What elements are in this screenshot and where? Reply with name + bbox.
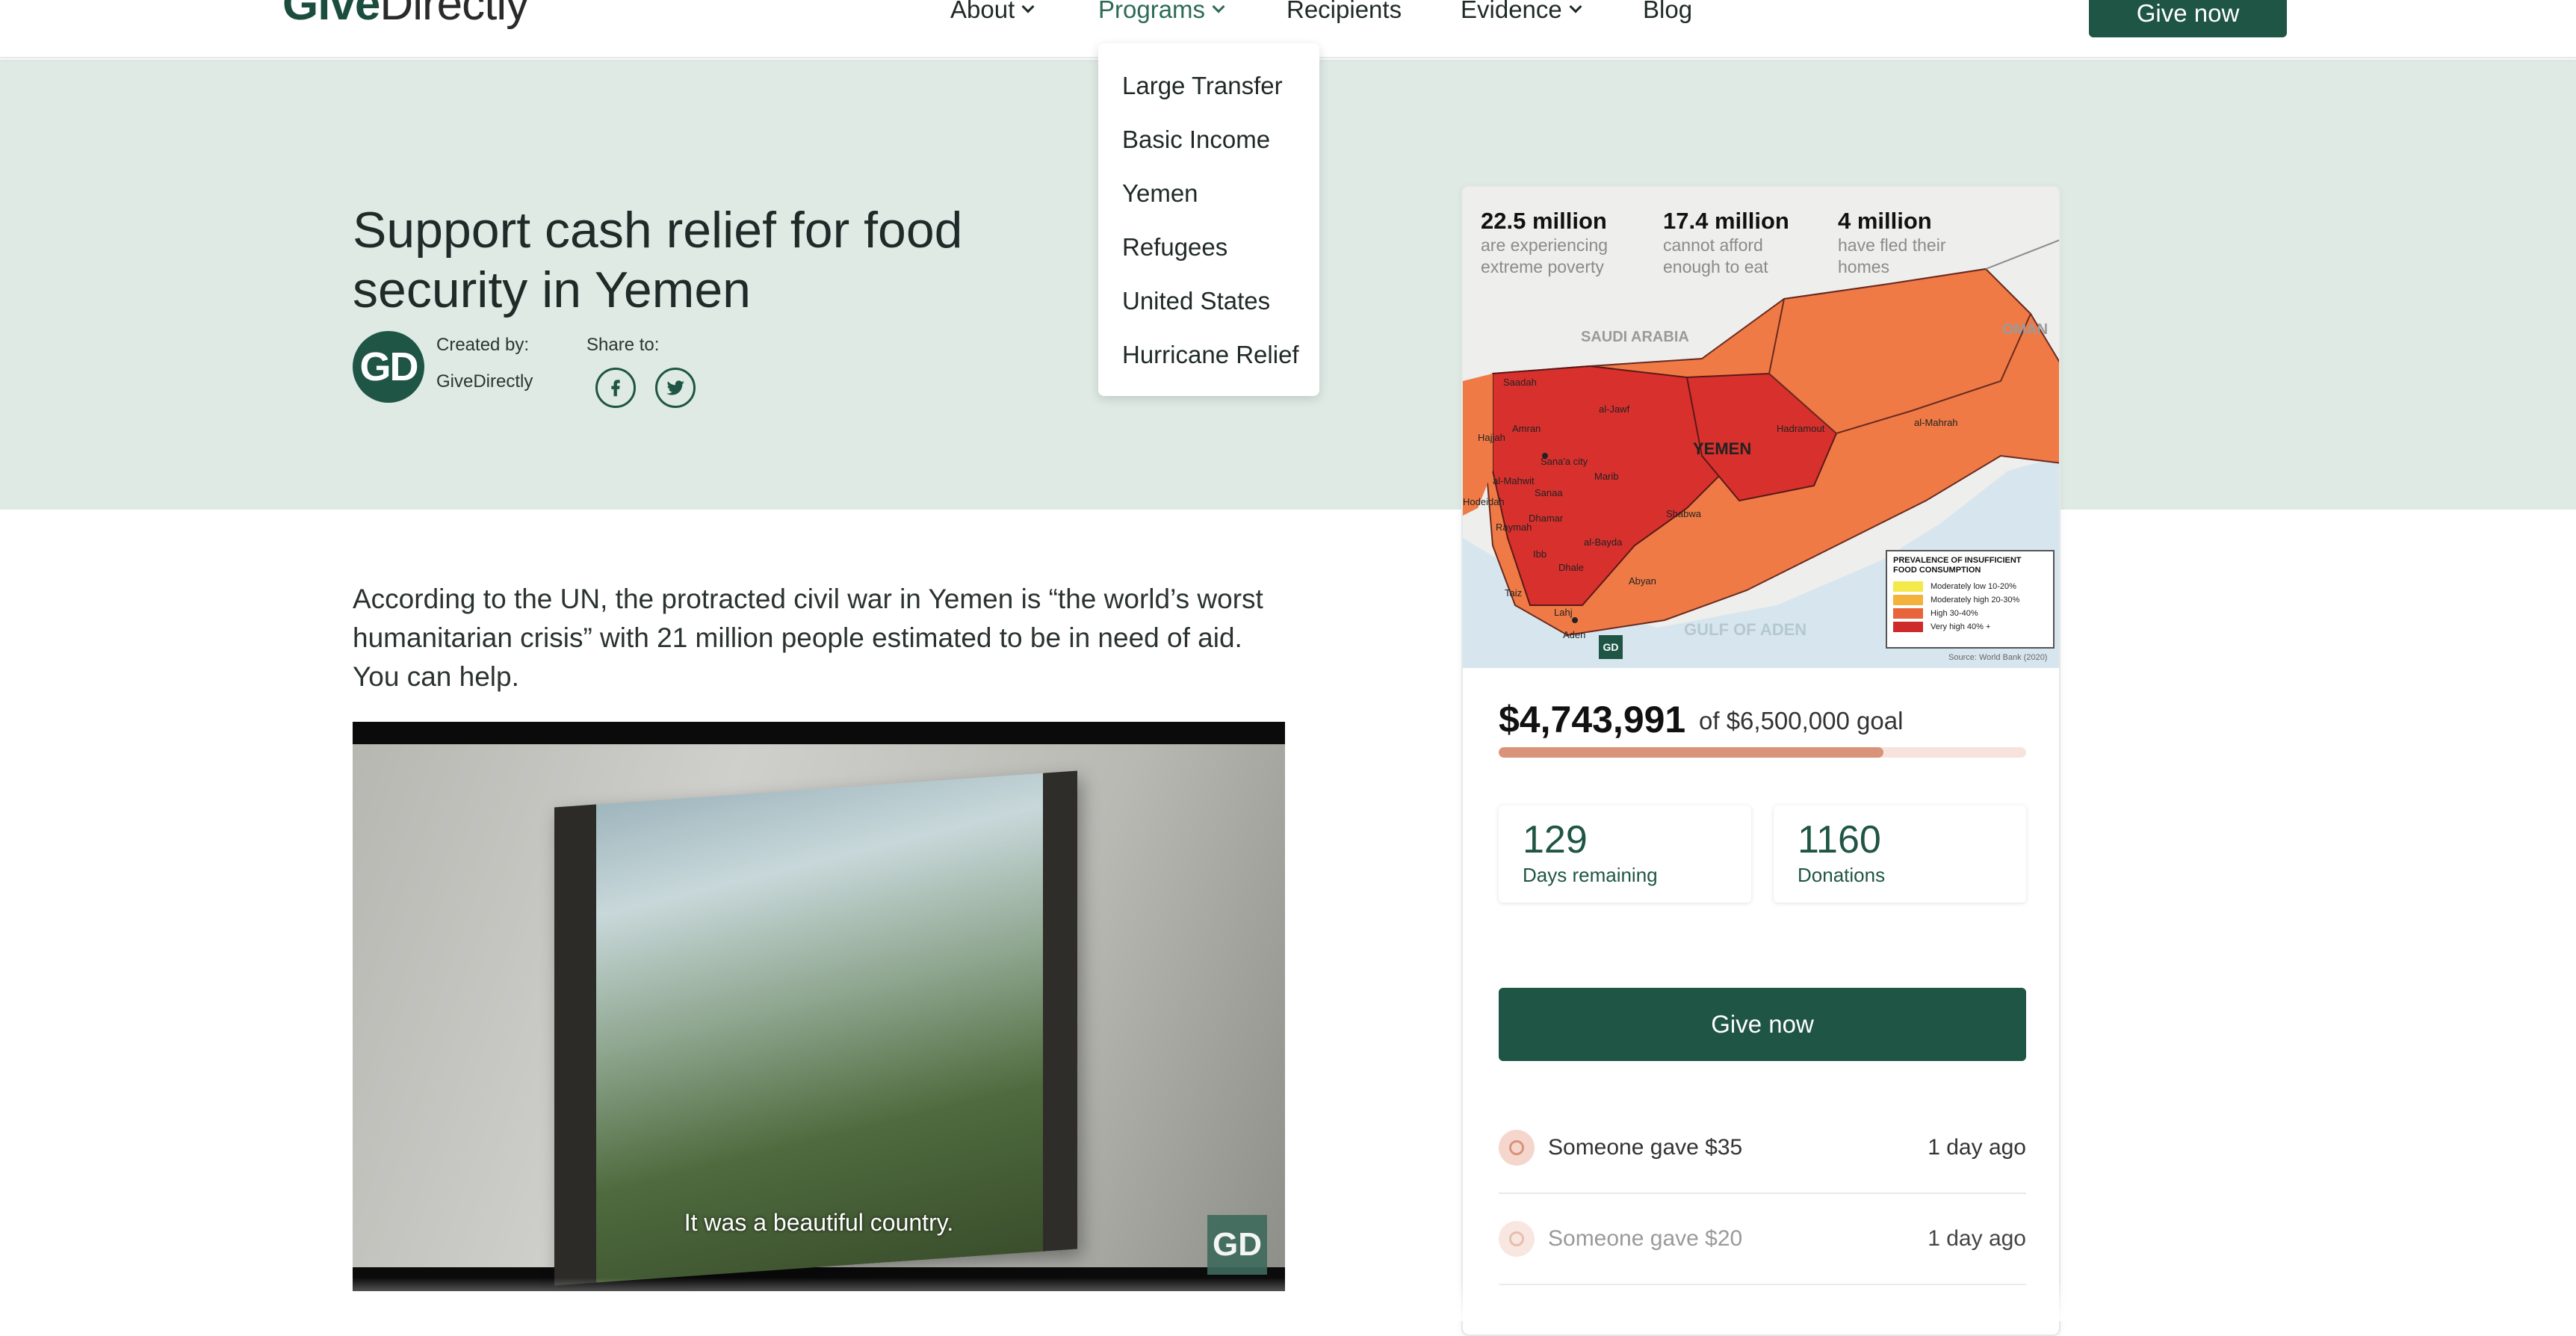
menu-item-united-states[interactable]: United States xyxy=(1098,284,1319,338)
nav-give-now-button[interactable]: Give now xyxy=(2089,0,2287,37)
map-region-label: al-Bayda xyxy=(1584,536,1623,548)
map-legend: PREVALENCE OF INSUFFICIENT FOOD CONSUMPT… xyxy=(1886,550,2055,649)
map-legend-title: PREVALENCE OF INSUFFICIENT FOOD CONSUMPT… xyxy=(1893,556,2022,575)
campaign-card: 22.5 million are experiencing extreme po… xyxy=(1461,185,2061,1336)
map-region-label: Saadah xyxy=(1503,377,1537,388)
map-region-label: Sana'a city xyxy=(1541,456,1588,467)
nav-programs-label: Programs xyxy=(1098,0,1206,23)
menu-item-yemen[interactable]: Yemen xyxy=(1098,176,1319,230)
donation-row: Someone gave $35 1 day ago xyxy=(1499,1103,2026,1194)
nav-blog-label: Blog xyxy=(1643,0,1693,23)
map-region-label: Hodeidah xyxy=(1463,496,1505,507)
days-remaining-box: 129 Days remaining xyxy=(1499,805,1751,903)
legend-row: Moderately low 10-20% xyxy=(1893,580,2047,593)
donation-row: Someone gave $20 1 day ago xyxy=(1499,1194,2026,1285)
map-region-label: Abyan xyxy=(1629,575,1656,587)
map-region-label: Dhamar xyxy=(1529,513,1564,524)
twitter-icon xyxy=(666,380,684,395)
map-region-label: Shabwa xyxy=(1666,508,1701,519)
legend-row: High 30-40% xyxy=(1893,607,2047,620)
donor-avatar-icon xyxy=(1499,1221,1535,1257)
video-frame xyxy=(353,744,1285,1286)
menu-item-basic-income[interactable]: Basic Income xyxy=(1098,123,1319,176)
map-region-label: Ibb xyxy=(1533,548,1547,560)
nav-programs[interactable]: Programs xyxy=(1098,0,1225,24)
legend-row: Moderately high 20-30% xyxy=(1893,593,2047,607)
video-watermark-logo: GD xyxy=(1207,1215,1267,1275)
map-label-gulf-of-aden: GULF OF ADEN xyxy=(1684,620,1807,639)
legend-swatch xyxy=(1893,595,1923,605)
share-label: Share to: xyxy=(586,335,660,355)
map-label-oman: OMAN xyxy=(2002,321,2049,338)
legend-swatch xyxy=(1893,581,1923,592)
twitter-share-button[interactable] xyxy=(655,368,696,408)
nav-about[interactable]: About xyxy=(950,0,1035,24)
chevron-down-icon xyxy=(1212,0,1225,13)
legend-swatch xyxy=(1893,608,1923,619)
map-region-label: al-Mahrah xyxy=(1914,417,1958,428)
map-region-label: al-Jawf xyxy=(1599,403,1630,415)
video-player[interactable]: It was a beautiful country. GD xyxy=(353,722,1285,1291)
programs-dropdown-menu: Large Transfer Basic Income Yemen Refuge… xyxy=(1098,43,1319,396)
facebook-icon xyxy=(611,380,620,397)
map-stat-poverty: 22.5 million are experiencing extreme po… xyxy=(1481,208,1609,276)
nav-evidence[interactable]: Evidence xyxy=(1461,0,1582,24)
give-now-button[interactable]: Give now xyxy=(1499,988,2026,1061)
legend-row: Very high 40% + xyxy=(1893,620,2047,634)
donation-text: Someone gave $20 xyxy=(1548,1226,1743,1251)
nav-recipients[interactable]: Recipients xyxy=(1287,0,1402,24)
donation-text: Someone gave $35 xyxy=(1548,1135,1743,1160)
map-source: Source: World Bank (2020) xyxy=(1948,653,2048,662)
map-region-label: al-Mahwit xyxy=(1493,475,1535,486)
map-region-label: Sanaa xyxy=(1535,487,1563,498)
map-label-saudi-arabia: SAUDI ARABIA xyxy=(1581,329,1689,345)
donations-count-box: 1160 Donations xyxy=(1774,805,2026,903)
map-region-label: Hadramout xyxy=(1777,423,1825,434)
map-watermark-logo: GD xyxy=(1599,635,1623,659)
yemen-food-insecurity-map: 22.5 million are experiencing extreme po… xyxy=(1463,187,2059,668)
fundraising-progress-bar xyxy=(1499,747,2026,758)
map-region-label: Amran xyxy=(1512,423,1541,434)
bottom-fade-overlay xyxy=(0,1278,2576,1321)
map-region-label: Lahj xyxy=(1554,607,1573,618)
map-region-label: Aden xyxy=(1563,629,1586,640)
map-region-label: Hajjah xyxy=(1478,432,1505,443)
givedirectly-logo[interactable]: GiveDirectly xyxy=(282,0,529,31)
donation-time: 1 day ago xyxy=(1928,1135,2026,1160)
intro-text: According to the UN, the protracted civi… xyxy=(353,584,1263,692)
days-remaining-value: 129 xyxy=(1523,818,1588,862)
nav-about-label: About xyxy=(950,0,1015,23)
created-by-label: Created by: xyxy=(436,335,530,355)
facebook-share-button[interactable] xyxy=(595,368,636,408)
menu-item-hurricane-relief[interactable]: Hurricane Relief xyxy=(1098,338,1319,392)
chevron-down-icon xyxy=(1021,0,1035,13)
map-stat-hunger: 17.4 million cannot afford enough to eat xyxy=(1663,208,1789,276)
donations-count-label: Donations xyxy=(1798,864,1886,886)
donation-time: 1 day ago xyxy=(1928,1226,2026,1251)
nav-recipients-label: Recipients xyxy=(1287,0,1402,23)
legend-swatch xyxy=(1893,622,1923,632)
video-caption: It was a beautiful country. xyxy=(684,1209,954,1236)
days-remaining-label: Days remaining xyxy=(1523,864,1658,886)
goal-text: of $6,500,000 goal xyxy=(1699,707,1904,735)
nav-blog[interactable]: Blog xyxy=(1643,0,1692,24)
creator-name: GiveDirectly xyxy=(436,371,533,392)
map-region-label: Taiz xyxy=(1505,587,1523,599)
nav-evidence-label: Evidence xyxy=(1461,0,1562,23)
amount-raised: $4,743,991 xyxy=(1499,699,1686,740)
menu-item-refugees[interactable]: Refugees xyxy=(1098,230,1319,284)
map-stat-displaced: 4 million have fled their homes xyxy=(1838,208,1946,276)
chevron-down-icon xyxy=(1569,0,1582,13)
creator-avatar: GD xyxy=(353,331,424,403)
map-region-label: Dhale xyxy=(1558,562,1584,573)
page-title: Support cash relief for food security in… xyxy=(353,202,963,318)
map-label-yemen: YEMEN xyxy=(1693,439,1752,458)
menu-item-large-transfer[interactable]: Large Transfer xyxy=(1098,69,1319,123)
progress-fill xyxy=(1499,747,1884,758)
donations-count-value: 1160 xyxy=(1798,818,1881,862)
donor-avatar-icon xyxy=(1499,1130,1535,1166)
map-region-label: Marib xyxy=(1594,471,1619,482)
map-region-label: Raymah xyxy=(1496,522,1532,533)
